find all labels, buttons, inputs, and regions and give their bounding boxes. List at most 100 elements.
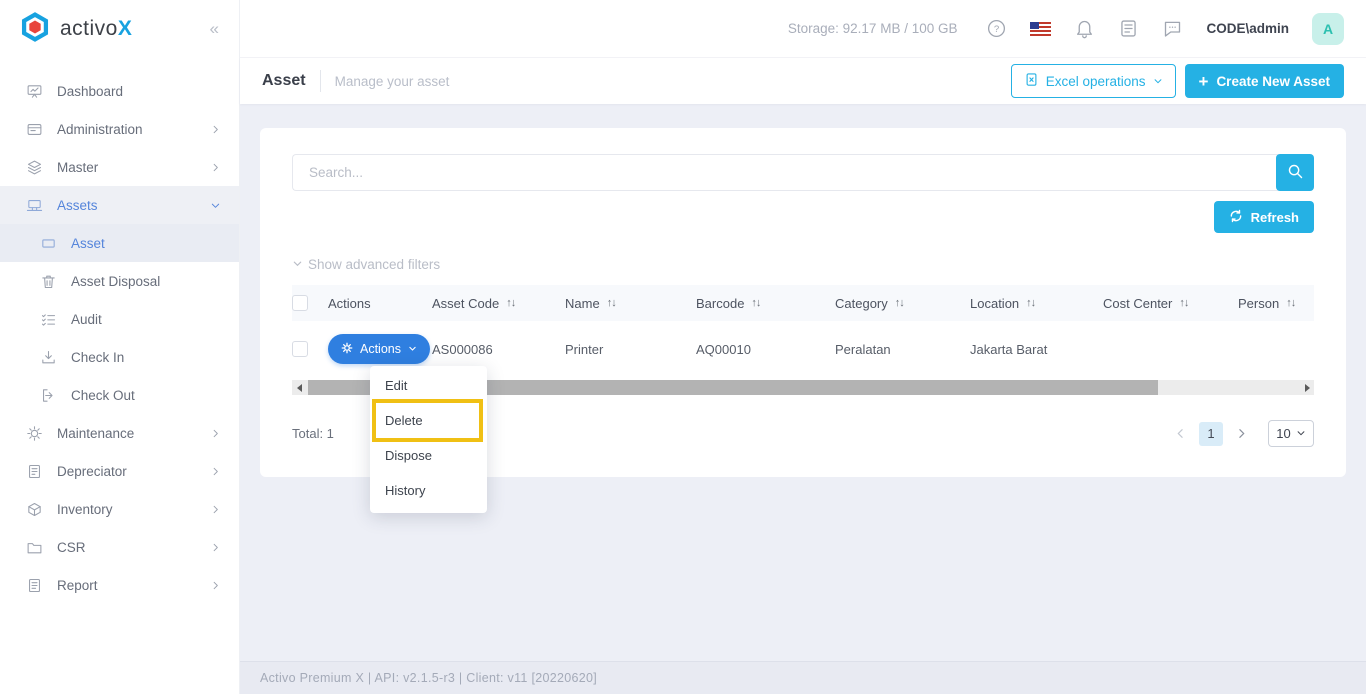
sidebar-item-inventory[interactable]: Inventory [0, 490, 239, 528]
search-icon [1287, 163, 1304, 183]
hexagon-logo-icon [18, 10, 52, 49]
divider [320, 70, 321, 92]
sort-icon[interactable]: ↑↓ [895, 297, 904, 309]
menu-item-dispose[interactable]: Dispose [370, 438, 487, 473]
search-input[interactable] [292, 154, 1278, 191]
app-root: activoX « Dashboard Administration Maste… [0, 0, 1366, 694]
sidebar-item-dashboard[interactable]: Dashboard [0, 72, 239, 110]
actions-label: Actions [360, 342, 401, 356]
help-icon[interactable]: ? [986, 18, 1007, 39]
user-name[interactable]: CODE\admin [1206, 21, 1289, 36]
refresh-row: Refresh [292, 201, 1314, 233]
avatar[interactable]: A [1312, 13, 1344, 45]
header-asset-code[interactable]: Asset Code↑↓ [432, 296, 565, 311]
master-icon [26, 159, 43, 176]
table-header-row: Actions Asset Code↑↓ Name↑↓ Barcode↑↓ Ca… [292, 285, 1314, 321]
sort-icon[interactable]: ↑↓ [1179, 297, 1188, 309]
chevron-down-icon [1296, 426, 1306, 441]
sidebar-item-asset[interactable]: Asset [0, 224, 239, 262]
topbar: Storage: 92.17 MB / 100 GB ? CODE\admin … [240, 0, 1366, 58]
sort-icon[interactable]: ↑↓ [751, 297, 760, 309]
language-flag-icon[interactable] [1030, 22, 1051, 36]
sidebar-item-label: Assets [57, 198, 98, 213]
row-checkbox[interactable] [292, 341, 308, 357]
scroll-right-arrow[interactable] [1301, 380, 1314, 395]
assets-icon [26, 197, 43, 214]
sidebar-item-csr[interactable]: CSR [0, 528, 239, 566]
header-barcode[interactable]: Barcode↑↓ [696, 296, 835, 311]
excel-operations-label: Excel operations [1046, 74, 1146, 89]
total-count: Total: 1 [292, 426, 334, 441]
trash-icon [40, 273, 57, 290]
sidebar-item-label: CSR [57, 540, 86, 555]
brand-logo[interactable]: activoX [18, 10, 132, 49]
sidebar-menu: Dashboard Administration Master Assets A… [0, 58, 239, 604]
sort-icon[interactable]: ↑↓ [1026, 297, 1035, 309]
excel-file-icon [1024, 72, 1039, 90]
chevron-right-icon [210, 580, 221, 591]
page-number[interactable]: 1 [1199, 422, 1223, 446]
svg-text:?: ? [994, 24, 999, 35]
sidebar-item-assets[interactable]: Assets [0, 186, 239, 224]
menu-item-delete[interactable]: Delete [370, 403, 487, 438]
page-size-value: 10 [1276, 426, 1290, 441]
header-actions: Actions [328, 296, 432, 311]
chevron-right-icon [210, 162, 221, 173]
sort-icon[interactable]: ↑↓ [1286, 297, 1295, 309]
sidebar-item-audit[interactable]: Audit [0, 300, 239, 338]
next-page-icon[interactable] [1235, 427, 1248, 440]
sort-icon[interactable]: ↑↓ [607, 297, 616, 309]
sidebar-item-label: Audit [71, 312, 102, 327]
header-cost-center[interactable]: Cost Center↑↓ [1103, 296, 1238, 311]
sidebar-item-master[interactable]: Master [0, 148, 239, 186]
actions-dropdown-menu: Edit Delete Dispose History [370, 366, 487, 513]
header-location[interactable]: Location↑↓ [970, 296, 1103, 311]
search-button[interactable] [1276, 154, 1314, 191]
scroll-left-arrow[interactable] [292, 380, 305, 395]
advanced-filters-label: Show advanced filters [308, 257, 440, 272]
brand-name: activoX [60, 17, 132, 41]
chevron-down-icon [408, 342, 417, 356]
create-new-asset-button[interactable]: + Create New Asset [1185, 64, 1345, 98]
refresh-label: Refresh [1251, 210, 1299, 225]
menu-item-history[interactable]: History [370, 473, 487, 508]
menu-item-edit[interactable]: Edit [370, 368, 487, 403]
sidebar-item-label: Depreciator [57, 464, 127, 479]
excel-operations-button[interactable]: Excel operations [1011, 64, 1176, 98]
page-header: Asset Manage your asset Excel operations… [240, 58, 1366, 104]
check-out-icon [40, 387, 57, 404]
sidebar: activoX « Dashboard Administration Maste… [0, 0, 240, 694]
sidebar-item-administration[interactable]: Administration [0, 110, 239, 148]
sidebar-item-label: Dashboard [57, 84, 123, 99]
sidebar-collapse-icon[interactable]: « [210, 19, 219, 39]
sidebar-item-maintenance[interactable]: Maintenance [0, 414, 239, 452]
sidebar-item-report[interactable]: Report [0, 566, 239, 604]
sidebar-item-label: Asset Disposal [71, 274, 160, 289]
refresh-button[interactable]: Refresh [1214, 201, 1314, 233]
advanced-filters-toggle[interactable]: Show advanced filters [292, 257, 1314, 272]
storage-indicator: Storage: 92.17 MB / 100 GB [788, 21, 958, 36]
header-person[interactable]: Person↑↓ [1238, 296, 1314, 311]
sidebar-item-label: Check In [71, 350, 124, 365]
page-size-select[interactable]: 10 [1268, 420, 1314, 447]
sidebar-item-label: Check Out [71, 388, 135, 403]
feedback-bubble-icon[interactable] [1162, 18, 1183, 39]
row-actions-button[interactable]: Actions [328, 334, 430, 364]
sidebar-header: activoX « [0, 0, 239, 58]
previous-page-icon[interactable] [1174, 427, 1187, 440]
sidebar-item-asset-disposal[interactable]: Asset Disposal [0, 262, 239, 300]
select-all-checkbox[interactable] [292, 295, 308, 311]
header-name[interactable]: Name↑↓ [565, 296, 696, 311]
footer: Activo Premium X | API: v2.1.5-r3 | Clie… [240, 661, 1366, 694]
sort-icon[interactable]: ↑↓ [506, 297, 515, 309]
gear-icon [26, 425, 43, 442]
footer-version-text: Activo Premium X | API: v2.1.5-r3 | Clie… [260, 671, 597, 685]
sidebar-item-check-out[interactable]: Check Out [0, 376, 239, 414]
gear-icon [341, 342, 353, 357]
changelog-icon[interactable] [1118, 18, 1139, 39]
header-category[interactable]: Category↑↓ [835, 296, 970, 311]
sidebar-item-depreciator[interactable]: Depreciator [0, 452, 239, 490]
sidebar-item-check-in[interactable]: Check In [0, 338, 239, 376]
notification-bell-icon[interactable] [1074, 18, 1095, 39]
cell-category: Peralatan [835, 342, 970, 357]
